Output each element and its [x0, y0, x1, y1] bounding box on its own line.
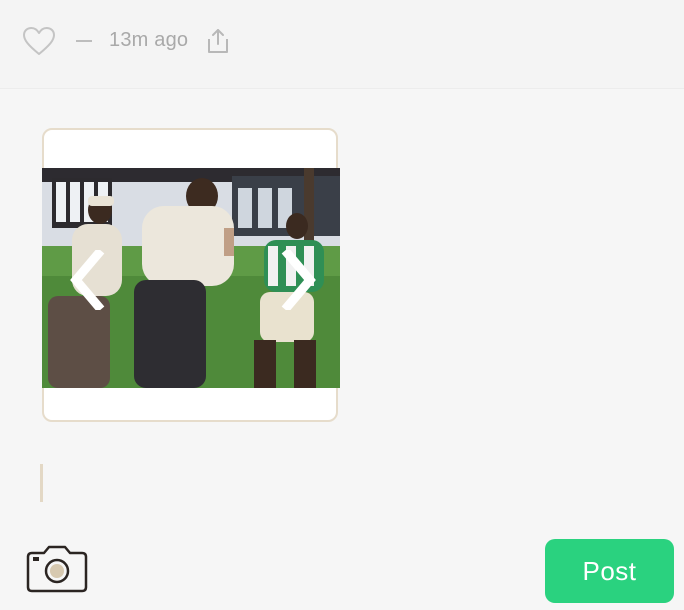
- heart-icon[interactable]: [22, 26, 56, 56]
- post-timestamp: 13m ago: [109, 29, 189, 51]
- camera-icon[interactable]: [24, 545, 90, 593]
- composer-text-input[interactable]: [40, 464, 43, 502]
- meta-separator: [76, 40, 92, 42]
- chevron-left-icon[interactable]: [68, 247, 108, 313]
- chevron-right-icon[interactable]: [278, 247, 318, 313]
- media-attachment-card: [42, 128, 340, 422]
- post-button[interactable]: Post: [545, 539, 674, 603]
- share-icon[interactable]: [206, 28, 230, 54]
- post-action-bar: 13m ago: [0, 0, 684, 89]
